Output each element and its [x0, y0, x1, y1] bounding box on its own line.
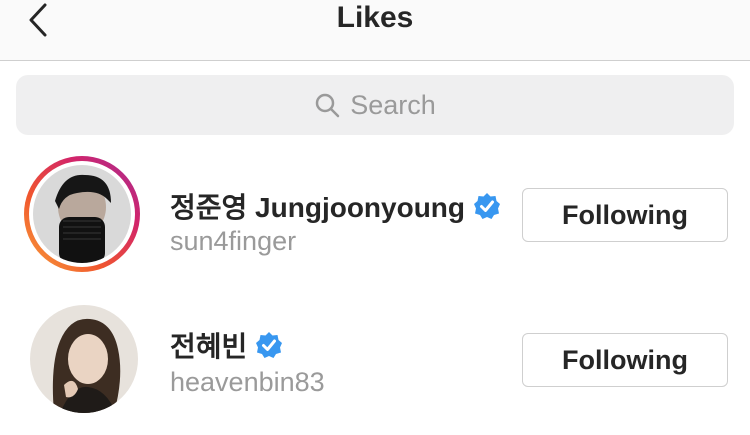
- verified-badge-icon: [474, 193, 501, 219]
- user-handle: sun4finger: [170, 226, 297, 256]
- avatar[interactable]: [33, 165, 131, 263]
- search-input[interactable]: Search: [16, 75, 734, 135]
- verified-badge-icon: [256, 332, 283, 358]
- search-placeholder: Search: [350, 89, 436, 120]
- user-name: 전혜빈: [170, 331, 248, 362]
- top-bar: Likes: [0, 0, 750, 61]
- avatar-wrapper[interactable]: [30, 305, 138, 413]
- avatar[interactable]: [30, 305, 138, 413]
- story-ring[interactable]: [24, 156, 140, 272]
- list-item[interactable]: 정준영 Jungjoonyoung sun4finger Following: [0, 150, 750, 290]
- user-name-line: 전혜빈: [170, 325, 283, 365]
- list-item[interactable]: 전혜빈 heavenbin83 Following: [0, 295, 750, 435]
- following-button[interactable]: Following: [522, 188, 728, 242]
- page-title: Likes: [336, 1, 414, 34]
- user-name-line: 정준영 Jungjoonyoung: [170, 186, 501, 226]
- search-icon: [315, 93, 340, 118]
- following-button[interactable]: Following: [522, 333, 728, 387]
- user-handle: heavenbin83: [170, 367, 325, 397]
- user-name: 정준영 Jungjoonyoung: [170, 192, 466, 223]
